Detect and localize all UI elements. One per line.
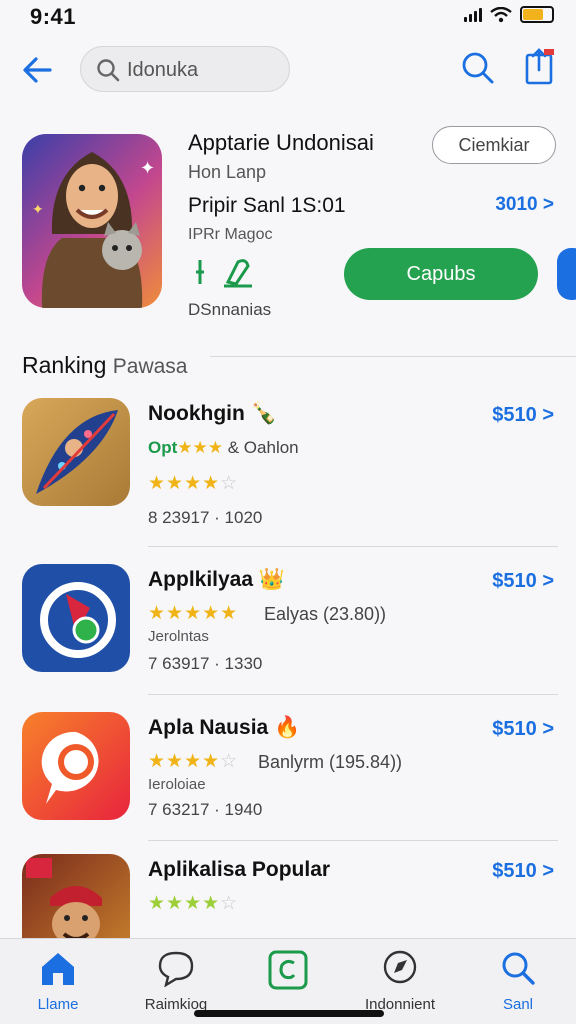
- apps-icon: [268, 950, 308, 990]
- rating-count: Banlyrm (195.84)): [258, 752, 403, 772]
- list-item[interactable]: Applkilyaa 👑 $510 > ★★★★★ Ealyas (23.80)…: [0, 564, 576, 704]
- app-price[interactable]: $510 >: [492, 404, 554, 427]
- get-button[interactable]: Capubs: [344, 248, 538, 300]
- divider: [210, 356, 576, 357]
- search-icon: [97, 59, 120, 82]
- search-query: Idonuka: [127, 59, 199, 81]
- home-icon: [42, 953, 74, 985]
- app-icon: [22, 712, 130, 820]
- badge-icon: 🍾: [250, 402, 277, 425]
- rating-stars: ★★★★★: [148, 603, 239, 624]
- compass-icon: [383, 950, 417, 984]
- featured-app-developer: DSnnanias: [188, 300, 272, 319]
- status-icons: [464, 6, 554, 23]
- featured-app-title: Apptarie Undonisai: [188, 130, 374, 155]
- rating-stars: ★★★★☆: [148, 893, 239, 914]
- search-icon: [502, 952, 535, 985]
- svg-text:✦: ✦: [32, 202, 44, 218]
- section-title: Ranking Pawasa: [22, 352, 188, 379]
- app-icon: [22, 398, 130, 506]
- app-price[interactable]: $510 >: [492, 718, 554, 741]
- divider: [148, 546, 558, 547]
- chat-bubble-icon: [158, 951, 194, 988]
- app-name: Apla Nausia 🔥: [148, 716, 301, 739]
- tab-ranking[interactable]: Raimkiog: [126, 949, 226, 1013]
- app-subtitle: Opt★★★ & Oahlon: [148, 438, 299, 457]
- app-meta: 7 63217 · 1940: [148, 800, 263, 819]
- app-icon: [22, 564, 130, 672]
- tab-home[interactable]: Llame: [8, 949, 108, 1013]
- wifi-icon: [490, 6, 512, 22]
- rating-count: Ealyas (23.80)): [264, 604, 387, 624]
- tab-apps[interactable]: [238, 949, 338, 1000]
- svg-text:✦: ✦: [140, 158, 155, 179]
- featured-app-version: Pripir Sanl 1S:01: [188, 194, 346, 217]
- signal-icon: [464, 7, 482, 22]
- featured-app-category: IPRr Magoc: [188, 226, 273, 243]
- app-price[interactable]: $510 >: [492, 570, 554, 593]
- list-item[interactable]: Apla Nausia 🔥 $510 > ★★★★☆ Banlyrm (195.…: [0, 712, 576, 852]
- tab-indonesia[interactable]: Indonnient: [350, 949, 450, 1013]
- featured-app-price[interactable]: 3010 >: [495, 194, 554, 216]
- share-icon[interactable]: [522, 46, 558, 88]
- app-meta: 7 63917 · 1330: [148, 654, 263, 673]
- tab-label: Sanl: [502, 996, 534, 1013]
- divider: [148, 840, 558, 841]
- home-indicator: [194, 1010, 384, 1017]
- flame-icon: 🔥: [274, 716, 301, 739]
- search-input[interactable]: Idonuka: [80, 46, 290, 92]
- featured-app-subtitle: Hon Lanp: [188, 162, 267, 182]
- search-icon[interactable]: [460, 50, 496, 86]
- rating-stars: ★★★★☆: [148, 473, 239, 494]
- app-developer: Ieroloiae: [148, 776, 206, 793]
- featured-tag-button[interactable]: Ciemkiar: [432, 126, 556, 164]
- divider: [148, 694, 558, 695]
- app-name: Nookhgin 🍾: [148, 402, 277, 425]
- tab-search[interactable]: Sanl: [468, 949, 568, 1013]
- featured-app-icon[interactable]: ✦ ✦: [22, 134, 162, 308]
- next-card-button[interactable]: [557, 248, 576, 300]
- app-developer: Jerolntas: [148, 628, 209, 645]
- battery-icon: [520, 6, 554, 23]
- back-arrow-icon[interactable]: [18, 50, 58, 90]
- app-price[interactable]: $510 >: [492, 860, 554, 883]
- status-time: 9:41: [30, 4, 77, 29]
- crown-icon: 👑: [258, 568, 286, 591]
- featured-app: ✦ ✦ Apptarie Undonisai Hon Lanp Pripir S…: [0, 126, 576, 336]
- app-meta: 8 23917 · 1020: [148, 508, 263, 527]
- rating-stars: ★★★★☆: [148, 751, 239, 772]
- app-name: Applkilyaa 👑: [148, 568, 286, 591]
- app-name: Aplikalisa Popular: [148, 858, 331, 881]
- edit-icon: [196, 259, 252, 288]
- tab-label: Llame: [37, 996, 79, 1013]
- nav-bar: Idonuka: [0, 40, 576, 100]
- section-title-main: Ranking: [22, 352, 107, 378]
- section-title-sub: Pawasa: [112, 355, 188, 378]
- status-bar: 9:41: [0, 0, 576, 34]
- list-item[interactable]: Nookhgin 🍾 $510 > Opt★★★ & Oahlon ★★★★☆ …: [0, 398, 576, 538]
